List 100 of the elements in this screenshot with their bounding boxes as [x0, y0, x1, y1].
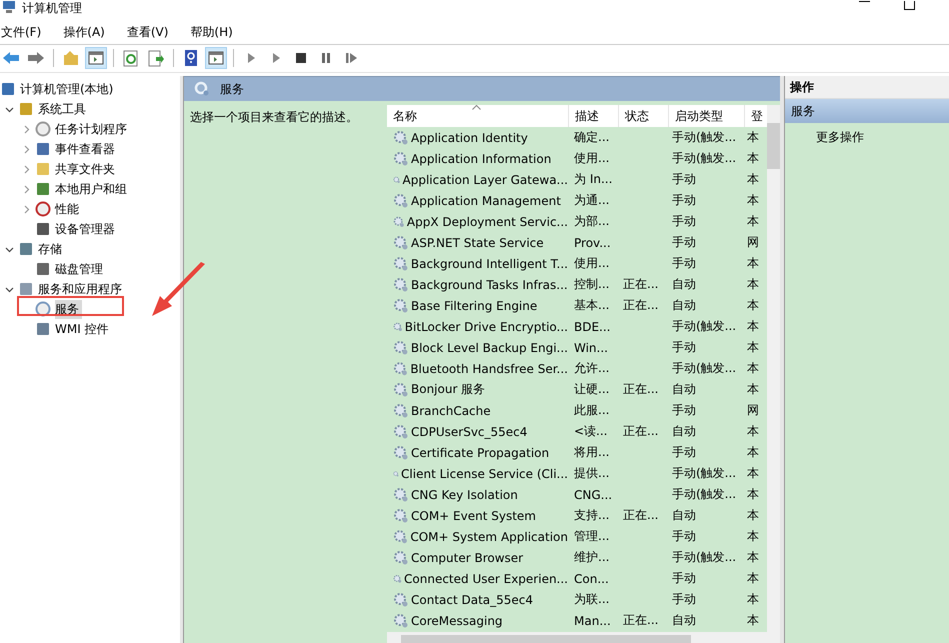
service-name[interactable]: CoreMessaging	[411, 614, 503, 628]
tree-item[interactable]: WMI 控件	[55, 320, 112, 338]
vertical-scrollbar[interactable]	[767, 105, 780, 643]
collapsed-caret-icon[interactable]	[22, 204, 31, 214]
table-cell-text: 手动(触发...	[671, 465, 738, 482]
table-cell-text: 为联...	[573, 591, 610, 608]
column-header[interactable]: 名称	[387, 105, 569, 127]
table-cell-text: 本	[746, 549, 760, 566]
service-name[interactable]: Connected User Experien...	[404, 572, 568, 586]
service-name[interactable]: Application Layer Gatewa...	[402, 172, 568, 186]
service-name[interactable]: BitLocker Drive Encryptio...	[404, 320, 568, 334]
collapsed-caret-icon[interactable]	[22, 164, 31, 174]
column-header[interactable]: 状态	[619, 105, 669, 127]
service-name[interactable]: ASP.NET State Service	[411, 236, 544, 250]
table-cell-text: 维护...	[573, 549, 610, 566]
collapsed-caret-icon[interactable]	[22, 184, 31, 194]
column-header[interactable]: 启动类型	[669, 105, 745, 127]
service-name[interactable]: Certificate Propagation	[411, 446, 550, 460]
table-cell-text: 本	[746, 213, 760, 230]
service-name[interactable]: Application Identity	[411, 130, 528, 144]
table-cell-text: 正在...	[622, 276, 660, 293]
table-cell-text: 将用...	[573, 444, 610, 461]
service-name[interactable]: Client License Service (Cli...	[401, 466, 568, 480]
table-cell-text: 基本...	[573, 297, 610, 314]
tree-item[interactable]: 计算机管理(本地)	[20, 80, 116, 98]
tree-item[interactable]: 服务和应用程序	[38, 280, 125, 298]
tree-item[interactable]: 本地用户和组	[55, 180, 130, 198]
maximize-icon[interactable]	[904, 1, 915, 10]
actions-header: 操作	[785, 76, 949, 99]
service-name[interactable]: Bluetooth Handsfree Ser...	[410, 362, 568, 376]
service-name[interactable]: CNG Key Isolation	[411, 488, 518, 502]
service-name[interactable]: Base Filtering Engine	[411, 298, 538, 312]
table-cell-text: 为通...	[573, 192, 610, 209]
service-name[interactable]: Background Intelligent T...	[410, 256, 568, 270]
table-cell-text: 本	[746, 129, 760, 146]
table-cell-text: 手动(触发...	[671, 129, 738, 146]
table-cell-text: 本	[746, 318, 760, 335]
service-name[interactable]: BranchCache	[411, 404, 491, 418]
expanded-caret-icon[interactable]	[5, 244, 14, 254]
collapsed-caret-icon[interactable]	[22, 124, 31, 134]
table-cell-text: 管理...	[573, 528, 610, 545]
column-header[interactable]: 描述	[569, 105, 619, 127]
menu-item[interactable]: 操作(A)	[63, 24, 105, 40]
table-cell-text: 使用...	[573, 150, 610, 167]
service-name[interactable]: COM+ Event System	[411, 508, 536, 522]
table-cell-text: 本	[746, 423, 760, 440]
service-name[interactable]: AppX Deployment Servic...	[406, 214, 568, 228]
horizontal-scrollbar[interactable]	[387, 632, 767, 643]
table-cell-text: 本	[746, 255, 760, 272]
app-icon	[2, 1, 16, 13]
service-name[interactable]: COM+ System Application	[410, 530, 568, 544]
table-cell-text: 手动	[671, 255, 697, 272]
expanded-caret-icon[interactable]	[5, 284, 14, 294]
table-cell-text: 手动	[671, 444, 697, 461]
table-cell-text: 手动(触发...	[671, 549, 738, 566]
window-title: 计算机管理	[22, 1, 82, 15]
service-name[interactable]: Contact Data_55ec4	[411, 592, 534, 606]
service-name[interactable]: Block Level Backup Engi...	[410, 340, 568, 354]
table-cell-text: CNG...	[573, 488, 614, 502]
tree-item[interactable]: 系统工具	[38, 100, 89, 118]
tree-item[interactable]: 任务计划程序	[55, 120, 130, 138]
table-cell-text: 手动	[671, 234, 697, 251]
description-text: 选择一个项目来查看它的描述。	[190, 110, 358, 124]
service-name[interactable]: Computer Browser	[411, 550, 524, 564]
table-cell-text: 本	[746, 507, 760, 524]
table-cell-text: 本	[746, 465, 760, 482]
service-name[interactable]: CDPUserSvc_55ec4	[411, 424, 528, 438]
table-cell-text: 本	[746, 276, 760, 293]
tree-item[interactable]: 设备管理器	[55, 220, 118, 238]
expanded-caret-icon[interactable]	[5, 104, 14, 114]
menu-item[interactable]: 帮助(H)	[190, 24, 233, 40]
column-header[interactable]: 登	[745, 105, 767, 127]
tree-item[interactable]: 事件查看器	[55, 140, 118, 158]
table-cell-text: 本	[746, 486, 760, 503]
tree-item[interactable]: 存储	[38, 240, 65, 258]
collapsed-caret-icon[interactable]	[22, 144, 31, 154]
table-cell-text: 自动	[671, 507, 697, 524]
table-cell-text: 本	[746, 612, 760, 629]
table-cell-text: Man...	[573, 614, 612, 628]
tree-item[interactable]: 磁盘管理	[55, 260, 106, 278]
menu-item[interactable]: 文件(F)	[1, 24, 42, 40]
service-name[interactable]: Background Tasks Infras...	[411, 278, 568, 292]
table-cell-text: 手动	[671, 402, 697, 419]
table-cell-text: 允许...	[573, 360, 610, 377]
menu-item[interactable]: 查看(V)	[126, 24, 168, 40]
tree-tool-icon[interactable]	[85, 47, 107, 69]
table-cell-text: 本	[746, 528, 760, 545]
table-cell-text: 手动(触发...	[671, 150, 738, 167]
table-cell-text: 网	[746, 402, 760, 419]
service-name[interactable]: Bonjour 服务	[411, 381, 486, 398]
tree-item[interactable]: 性能	[55, 200, 82, 218]
service-name[interactable]: Application Information	[411, 152, 552, 166]
tree-item[interactable]: 共享文件夹	[55, 160, 118, 178]
action-link[interactable]: 更多操作	[785, 123, 949, 146]
panel-title: 服务	[220, 80, 244, 98]
table-cell-text: 正在...	[622, 381, 660, 398]
service-name[interactable]: Application Management	[411, 194, 561, 208]
actions-section[interactable]: 服务	[785, 99, 949, 123]
pane-tool-icon[interactable]	[205, 47, 227, 69]
minimize-icon[interactable]	[859, 1, 870, 3]
